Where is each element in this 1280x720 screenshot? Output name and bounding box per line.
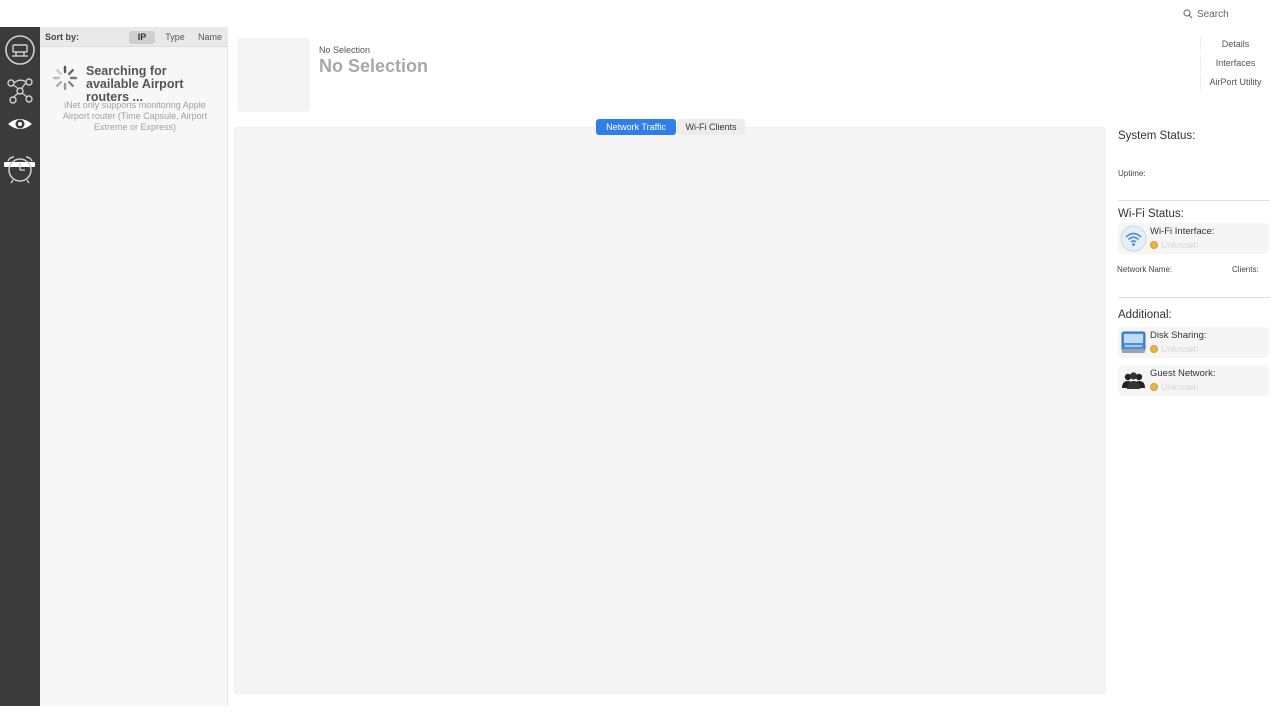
wifi-status-heading: Wi-Fi Status: — [1118, 208, 1184, 220]
monitor-button[interactable] — [3, 107, 37, 141]
searching-text: Searching for available Airport routers … — [86, 64, 184, 104]
divider — [1118, 297, 1270, 298]
guest-network-card: Guest Network: Unknown — [1118, 365, 1269, 396]
details-link[interactable]: Details — [1200, 36, 1270, 52]
tool-rail — [0, 27, 40, 706]
disk-sharing-label: Disk Sharing: — [1150, 330, 1207, 341]
alarm-clock-icon — [7, 156, 33, 184]
uptime-label: Uptime: — [1118, 169, 1146, 178]
traffic-panel — [234, 127, 1106, 694]
people-icon — [1120, 367, 1147, 394]
eye-icon — [8, 119, 32, 129]
tab-network-traffic[interactable]: Network Traffic — [596, 119, 676, 135]
router-thumbnail — [237, 38, 310, 112]
tab-wifi-clients[interactable]: Wi-Fi Clients — [677, 119, 745, 135]
disk-icon — [1120, 329, 1147, 356]
sort-bar: Sort by: IP Type Name — [40, 27, 228, 47]
interfaces-link[interactable]: Interfaces — [1200, 55, 1270, 71]
divider — [1118, 200, 1270, 201]
status-dot — [1150, 383, 1158, 391]
wifi-interface-label: Wi-Fi Interface: — [1150, 226, 1215, 237]
airport-utility-link[interactable]: AirPort Utility — [1200, 74, 1270, 90]
search-field[interactable]: Search — [1183, 7, 1229, 21]
system-status-heading: System Status: — [1118, 130, 1196, 142]
app-window: Search Sort by: IP Type Name Searching f… — [0, 0, 1280, 720]
spinner-icon — [52, 65, 78, 104]
selection-caption: No Selection — [319, 45, 371, 55]
support-note: iNet only supports monitoring Apple Airp… — [62, 100, 208, 132]
searching-status: Searching for available Airport routers … — [52, 65, 216, 104]
network-button[interactable] — [3, 33, 37, 67]
status-panel: System Status: Uptime: Wi-Fi Status: Wi-… — [1110, 127, 1280, 707]
wifi-icon — [1120, 225, 1147, 252]
router-list-sidebar: Sort by: IP Type Name Searching for avai… — [40, 27, 228, 706]
wifi-interface-card: Wi-Fi Interface: Unknown — [1118, 223, 1269, 254]
alarm-button[interactable] — [3, 152, 37, 186]
topology-button[interactable] — [3, 73, 37, 107]
sort-type-button[interactable]: Type — [160, 31, 190, 44]
disk-sharing-card: Disk Sharing: Unknown — [1118, 327, 1269, 358]
wifi-interface-value: Unknown — [1150, 240, 1199, 250]
topology-icon — [7, 78, 33, 104]
clients-label: Clients: — [1232, 265, 1259, 274]
guest-network-text: Unknown — [1161, 382, 1199, 392]
network-name-label: Network Name: — [1117, 265, 1173, 274]
disk-sharing-text: Unknown — [1161, 344, 1199, 354]
guest-network-value: Unknown — [1150, 382, 1199, 392]
status-dot — [1150, 241, 1158, 249]
guest-network-label: Guest Network: — [1150, 368, 1216, 379]
sort-ip-button[interactable]: IP — [129, 31, 155, 44]
status-dot — [1150, 345, 1158, 353]
sort-label: Sort by: — [45, 32, 80, 42]
search-label: Search — [1197, 8, 1229, 20]
disk-sharing-value: Unknown — [1150, 344, 1199, 354]
network-icon — [5, 35, 35, 65]
additional-heading: Additional: — [1118, 309, 1172, 321]
wifi-interface-text: Unknown — [1161, 240, 1199, 250]
search-icon — [1183, 9, 1193, 19]
selection-title: No Selection — [319, 56, 429, 76]
sort-name-button[interactable]: Name — [194, 31, 226, 44]
